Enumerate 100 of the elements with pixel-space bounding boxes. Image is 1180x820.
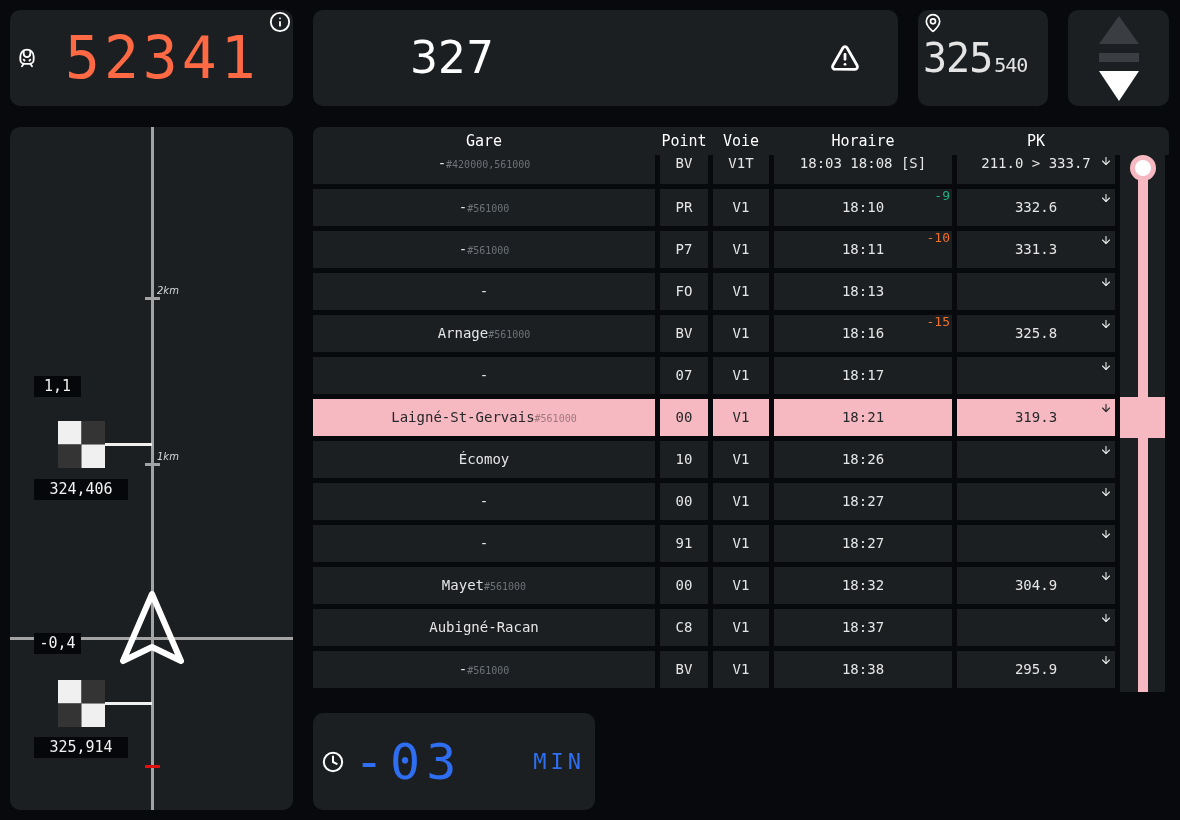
track-code: V1 bbox=[732, 493, 750, 510]
point-code: BV bbox=[675, 661, 693, 678]
column-header: Horaire bbox=[830, 133, 896, 149]
point-code: 10 bbox=[675, 451, 693, 468]
station-name: - bbox=[479, 535, 489, 552]
time-text: 18:16 bbox=[841, 325, 885, 342]
scroll-thumb[interactable] bbox=[1129, 155, 1156, 181]
point-code: 00 bbox=[675, 493, 693, 510]
time-text: 18:37 bbox=[841, 619, 885, 636]
track-mark-icon bbox=[145, 765, 160, 768]
column-header: Gare bbox=[464, 133, 504, 149]
track-code: V1 bbox=[732, 661, 750, 678]
arrow-down-icon bbox=[1100, 528, 1112, 540]
time-text: 18:17 bbox=[841, 367, 885, 384]
track-code: V1 bbox=[732, 409, 750, 426]
time-text: 18:21 bbox=[841, 409, 885, 426]
station-name: Écomoy bbox=[458, 451, 510, 468]
point-code: BV bbox=[675, 155, 693, 172]
distance-label: 1,1 bbox=[34, 376, 81, 397]
position-km: 325 bbox=[923, 38, 993, 78]
time-text: 18:11 bbox=[841, 241, 885, 258]
checkered-marker-icon bbox=[58, 421, 152, 468]
train-number: 52341 bbox=[65, 29, 260, 87]
station-name: - bbox=[479, 493, 489, 510]
station-name: - bbox=[479, 367, 489, 384]
pk-text: 295.9 bbox=[1014, 661, 1058, 678]
down-button[interactable] bbox=[1098, 70, 1139, 101]
pk-text: 325.8 bbox=[1014, 325, 1058, 342]
distance-label: -0,4 bbox=[34, 633, 81, 654]
warning-icon[interactable] bbox=[830, 43, 860, 73]
time-text: 18:03 18:08 [S] bbox=[799, 155, 927, 172]
station-name: Aubigné-Racan bbox=[429, 619, 539, 636]
time-text: 18:38 bbox=[841, 661, 885, 678]
track-code: V1 bbox=[732, 577, 750, 594]
column-header: PK bbox=[1025, 133, 1047, 149]
message-text: 327 bbox=[410, 36, 494, 80]
point-code: 07 bbox=[675, 367, 693, 384]
current-row-marker bbox=[1120, 397, 1165, 438]
track-code: V1 bbox=[732, 619, 750, 636]
navigation-arrow-icon bbox=[119, 589, 185, 665]
arrow-down-icon bbox=[1100, 570, 1112, 582]
triangle-up-icon bbox=[1098, 15, 1139, 44]
arrow-down-icon bbox=[1100, 444, 1112, 456]
countdown-unit: MIN bbox=[533, 750, 585, 773]
track-code: V1 bbox=[732, 283, 750, 300]
pk-text: 331.3 bbox=[1014, 241, 1058, 258]
delay-text: -15 bbox=[926, 315, 950, 328]
clock-icon bbox=[322, 750, 344, 773]
point-code: BV bbox=[675, 325, 693, 342]
track-code: V1 bbox=[732, 241, 750, 258]
pk-text: 332.6 bbox=[1014, 199, 1058, 216]
time-text: 18:27 bbox=[841, 493, 885, 510]
point-code: 91 bbox=[675, 535, 693, 552]
point-code: 00 bbox=[675, 409, 693, 426]
arrow-down-icon bbox=[1100, 234, 1112, 246]
point-code: C8 bbox=[675, 619, 693, 636]
pk-label: 324,406 bbox=[34, 479, 128, 500]
track-code: V1T bbox=[728, 155, 754, 172]
info-icon[interactable] bbox=[269, 11, 291, 33]
triangle-down-icon bbox=[1098, 70, 1139, 101]
arrow-down-icon bbox=[1100, 155, 1112, 167]
time-text: 18:32 bbox=[841, 577, 885, 594]
track-code: V1 bbox=[732, 199, 750, 216]
arrow-down-icon bbox=[1100, 402, 1112, 414]
pk-text: 304.9 bbox=[1014, 577, 1058, 594]
position-meters: 540 bbox=[994, 55, 1028, 75]
arrow-down-icon bbox=[1100, 192, 1112, 204]
arrow-down-icon bbox=[1100, 318, 1112, 330]
track-code: V1 bbox=[732, 535, 750, 552]
point-code: PR bbox=[675, 199, 693, 216]
scale-label: 1km bbox=[157, 452, 179, 462]
track-code: V1 bbox=[732, 367, 750, 384]
time-text: 18:27 bbox=[841, 535, 885, 552]
pk-text: 319.3 bbox=[1014, 409, 1058, 426]
arrow-down-icon bbox=[1100, 654, 1112, 666]
track-code: V1 bbox=[732, 451, 750, 468]
pk-text: 211.0 > 333.7 bbox=[981, 155, 1091, 172]
pk-label: 325,914 bbox=[34, 737, 128, 758]
time-text: 18:13 bbox=[841, 283, 885, 300]
arrow-down-icon bbox=[1100, 360, 1112, 372]
point-code: 00 bbox=[675, 577, 693, 594]
point-code: P7 bbox=[675, 241, 693, 258]
point-code: FO bbox=[675, 283, 693, 300]
checkered-marker-icon bbox=[58, 680, 152, 727]
column-header: Voie bbox=[721, 133, 761, 149]
delay-text: -9 bbox=[934, 189, 950, 202]
countdown-value: -03 bbox=[354, 736, 463, 787]
scale-label: 2km bbox=[157, 286, 179, 296]
time-text: 18:10 bbox=[841, 199, 885, 216]
station-name: - bbox=[479, 283, 489, 300]
arrow-down-icon bbox=[1100, 486, 1112, 498]
column-header: Point bbox=[660, 133, 708, 149]
location-pin-icon bbox=[923, 13, 943, 33]
arrow-down-icon bbox=[1100, 276, 1112, 288]
train-icon bbox=[17, 48, 37, 68]
delay-text: -10 bbox=[926, 231, 950, 244]
track-code: V1 bbox=[732, 325, 750, 342]
arrow-down-icon bbox=[1100, 612, 1112, 624]
time-text: 18:26 bbox=[841, 451, 885, 468]
bar-icon bbox=[1098, 52, 1139, 62]
